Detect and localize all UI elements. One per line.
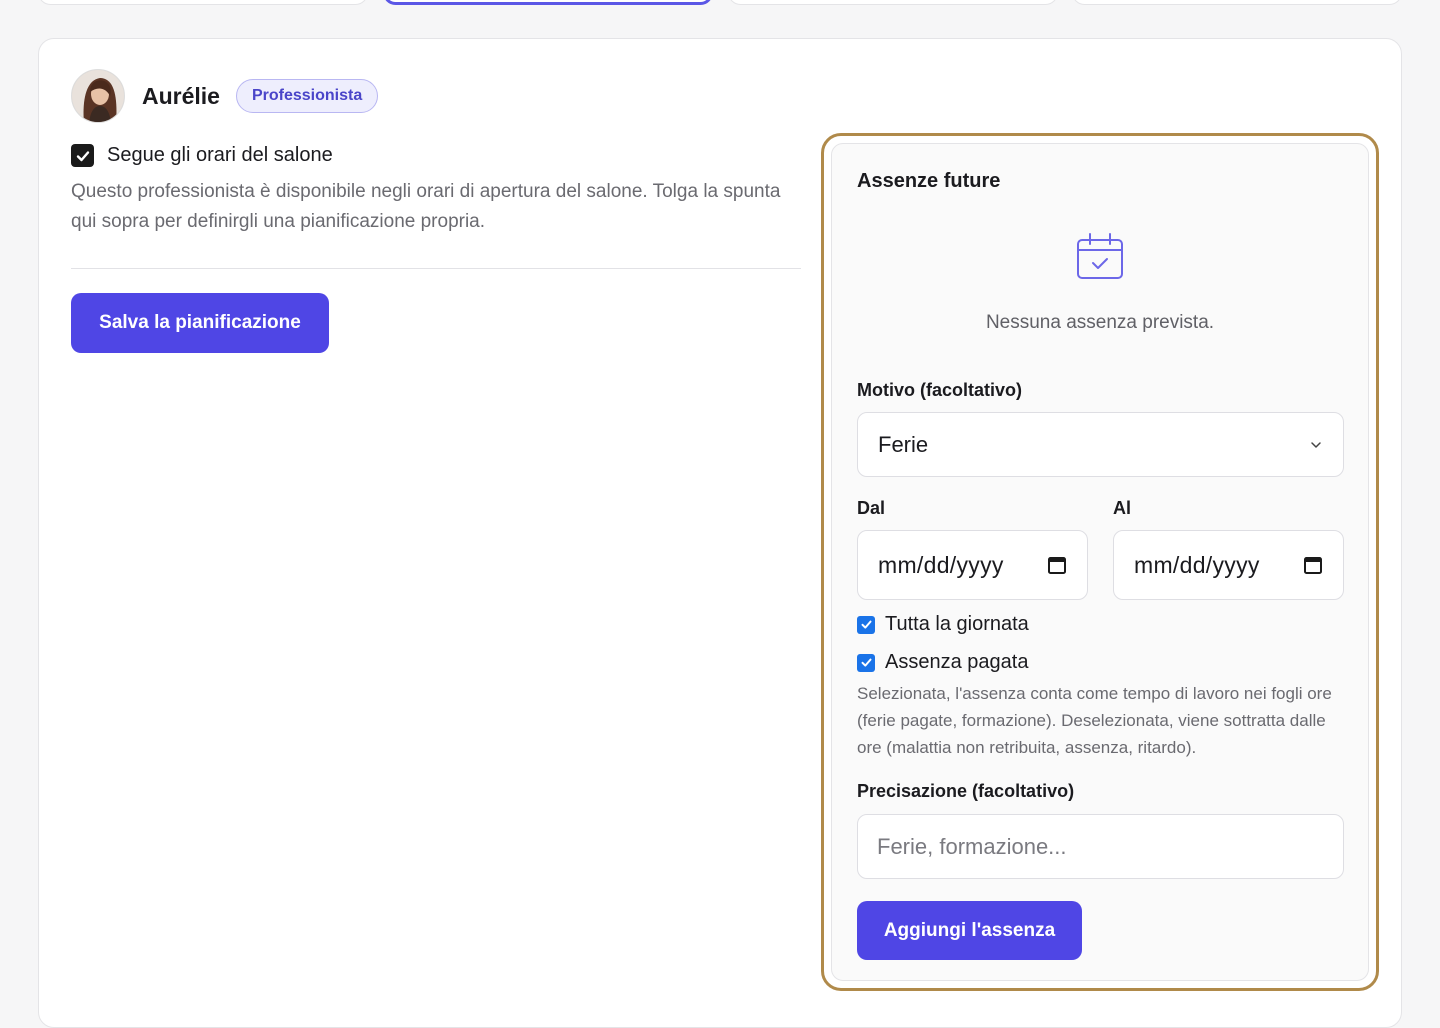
save-schedule-button[interactable]: Salva la pianificazione [71, 293, 329, 353]
absences-panel: Assenze future Nessuna assenza prevista.… [831, 143, 1369, 981]
to-label: Al [1113, 498, 1131, 518]
divider [71, 268, 801, 269]
checkmark-icon [76, 150, 89, 161]
to-date-placeholder: mm/dd/yyyy [1134, 551, 1260, 578]
follow-salon-hours-label: Segue gli orari del salone [107, 144, 333, 166]
tab-3[interactable] [728, 0, 1058, 5]
role-badge: Professionista [235, 79, 379, 113]
paid-absence-help: Selezionata, l'assenza conta come tempo … [857, 684, 1332, 757]
top-tabs [38, 0, 1402, 5]
note-input[interactable] [857, 814, 1344, 879]
checkmark-icon [861, 658, 871, 667]
paid-absence-checkbox[interactable] [857, 653, 875, 672]
all-day-checkbox[interactable] [857, 615, 875, 634]
from-date-input[interactable]: mm/dd/yyyy [857, 530, 1088, 600]
follow-salon-hours-help: Questo professionista è disponibile negl… [71, 181, 781, 232]
paid-absence-row[interactable]: Assenza pagata [857, 651, 1028, 674]
staff-name: Aurélie [142, 82, 220, 109]
to-date-input[interactable]: mm/dd/yyyy [1113, 530, 1344, 600]
reason-label: Motivo (facoltativo) [857, 380, 1022, 400]
all-day-row[interactable]: Tutta la giornata [857, 613, 1029, 636]
no-absences-text: Nessuna assenza prevista. [985, 312, 1215, 333]
tab-1[interactable] [38, 0, 368, 5]
all-day-label: Tutta la giornata [885, 613, 1029, 635]
reason-select-value: Ferie [878, 431, 929, 457]
checkmark-icon [861, 620, 871, 629]
follow-salon-hours-checkbox[interactable] [71, 144, 94, 167]
staff-schedule-card: Aurélie Professionista Segue gli orari d… [38, 38, 1402, 1028]
avatar [71, 69, 125, 123]
calendar-icon[interactable] [1047, 555, 1067, 575]
tab-4[interactable] [1072, 0, 1402, 5]
absences-title: Assenze future [857, 170, 1001, 192]
calendar-icon[interactable] [1303, 555, 1323, 575]
reason-select[interactable]: Ferie [857, 412, 1344, 477]
add-absence-button[interactable]: Aggiungi l'assenza [857, 901, 1082, 960]
staff-header: Aurélie Professionista [71, 69, 379, 123]
paid-absence-label: Assenza pagata [885, 651, 1029, 673]
absences-panel-highlight: Assenze future Nessuna assenza prevista.… [821, 133, 1379, 991]
calendar-check-icon [1077, 233, 1123, 279]
from-label: Dal [857, 498, 886, 518]
note-label: Precisazione (facoltativo) [857, 781, 1075, 801]
follow-salon-hours-row[interactable]: Segue gli orari del salone [71, 144, 333, 167]
tab-2-active[interactable] [383, 0, 713, 5]
from-date-placeholder: mm/dd/yyyy [878, 551, 1004, 578]
chevron-down-icon [1311, 441, 1321, 448]
